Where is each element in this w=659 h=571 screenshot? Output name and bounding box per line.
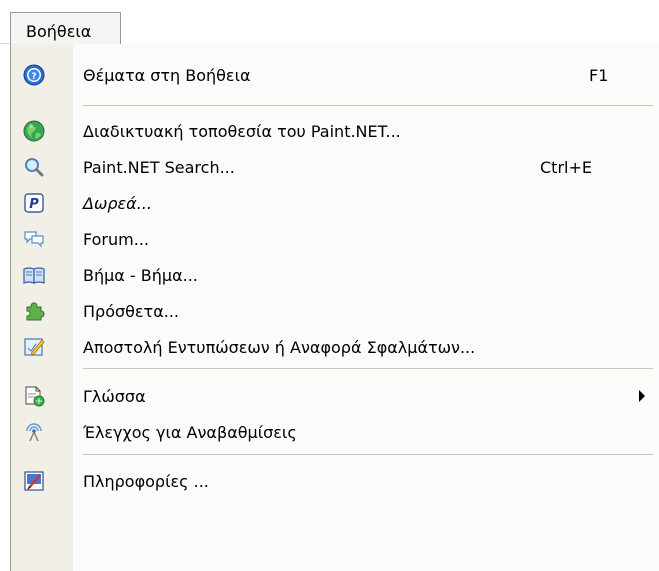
puzzle-piece-icon — [23, 300, 45, 322]
menu-item-label: Θέματα στη Βοήθεια — [83, 66, 251, 85]
menu-item-label: Αποστολή Εντυπώσεων ή Αναφορά Σφαλμάτων.… — [83, 338, 476, 357]
menu-item-forum[interactable]: Forum... — [11, 221, 659, 257]
paypal-icon: P — [23, 192, 45, 214]
update-antenna-icon — [23, 421, 45, 443]
globe-icon — [23, 120, 45, 142]
feedback-form-icon — [23, 336, 45, 358]
menu-item-label: Δωρεά... — [83, 194, 152, 213]
menu-item-label: Forum... — [83, 230, 149, 249]
speech-bubbles-icon — [23, 228, 45, 250]
menu-separator — [83, 454, 653, 455]
open-book-icon — [23, 264, 45, 286]
submenu-arrow-icon — [639, 390, 645, 402]
menu-item-search[interactable]: Paint.NET Search... Ctrl+E — [11, 149, 659, 185]
menu-item-donate[interactable]: P Δωρεά... — [11, 185, 659, 221]
help-dropdown-menu: ? Θέματα στη Βοήθεια F1 Διαδικτυακή τοπο… — [10, 43, 659, 571]
menu-item-language[interactable]: Γλώσσα — [11, 378, 659, 414]
menu-item-label: Πληροφορίες ... — [83, 472, 209, 491]
language-document-icon — [23, 385, 45, 407]
menu-item-help-topics[interactable]: ? Θέματα στη Βοήθεια F1 — [11, 57, 659, 93]
menu-help-title-label: Βοήθεια — [26, 22, 92, 41]
magnifier-icon — [23, 156, 45, 178]
menu-item-label: Βήμα - Βήμα... — [83, 266, 198, 285]
menu-bar: Βοήθεια — [0, 0, 659, 44]
svg-text:P: P — [29, 197, 39, 212]
menu-item-label: Έλεγχος για Αναβαθμίσεις — [83, 423, 297, 442]
menu-separator — [83, 105, 653, 106]
menu-item-label: Γλώσσα — [83, 387, 146, 406]
svg-text:?: ? — [31, 72, 36, 82]
menu-help-title[interactable]: Βοήθεια — [10, 12, 121, 44]
menu-item-shortcut: Ctrl+E — [540, 158, 592, 177]
help-icon: ? — [23, 64, 45, 86]
about-icon — [23, 470, 45, 492]
menu-separator — [83, 368, 653, 369]
menu-item-label: Πρόσθετα... — [83, 302, 179, 321]
menu-item-plugins[interactable]: Πρόσθετα... — [11, 293, 659, 329]
menu-item-feedback[interactable]: Αποστολή Εντυπώσεων ή Αναφορά Σφαλμάτων.… — [11, 329, 659, 365]
menu-item-label: Paint.NET Search... — [83, 158, 235, 177]
menu-item-check-updates[interactable]: Έλεγχος για Αναβαθμίσεις — [11, 414, 659, 450]
menu-item-about[interactable]: Πληροφορίες ... — [11, 463, 659, 499]
menu-item-website[interactable]: Διαδικτυακή τοποθεσία του Paint.NET... — [11, 113, 659, 149]
menu-item-tutorials[interactable]: Βήμα - Βήμα... — [11, 257, 659, 293]
menu-item-shortcut: F1 — [589, 66, 609, 85]
menu-item-label: Διαδικτυακή τοποθεσία του Paint.NET... — [83, 122, 401, 141]
